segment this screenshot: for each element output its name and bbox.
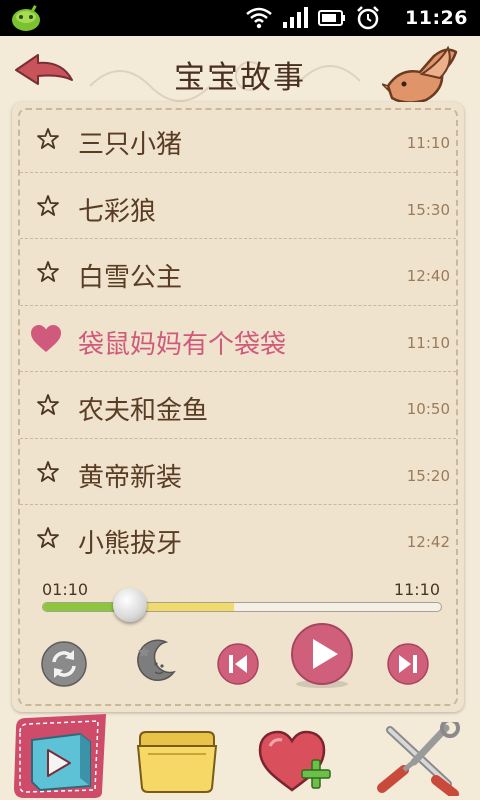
status-bar: 11:26 (0, 0, 480, 36)
next-icon[interactable] (386, 642, 430, 686)
repeat-icon[interactable] (40, 640, 88, 688)
star-outline-icon[interactable] (36, 393, 60, 417)
progress-bar[interactable] (42, 602, 442, 612)
battery-icon (318, 10, 345, 26)
story-title: 小熊拔牙 (78, 529, 183, 559)
story-title: 三只小猪 (78, 130, 183, 160)
app-screen: 宝宝故事 三只小猪 11:10 七彩狼 15:30 白雪公主 12:40 袋鼠妈… (0, 36, 480, 800)
star-outline-icon[interactable] (36, 194, 60, 218)
tools-icon[interactable] (374, 722, 466, 796)
alarm-icon (357, 6, 379, 30)
wifi-icon (246, 7, 272, 29)
folder-icon[interactable] (134, 728, 220, 794)
current-time: 01:10 (42, 580, 89, 599)
heart-plus-icon[interactable] (256, 728, 340, 794)
previous-icon[interactable] (216, 642, 260, 686)
seek-knob[interactable] (113, 588, 147, 622)
story-panel: 三只小猪 11:10 七彩狼 15:30 白雪公主 12:40 袋鼠妈妈有个袋袋… (12, 102, 464, 712)
story-list: 三只小猪 11:10 七彩狼 15:30 白雪公主 12:40 袋鼠妈妈有个袋袋… (20, 106, 456, 571)
story-duration: 12:40 (406, 267, 450, 285)
list-item[interactable]: 小熊拔牙 12:42 (20, 505, 456, 571)
heart-icon[interactable] (30, 324, 62, 353)
star-outline-icon[interactable] (36, 260, 60, 284)
list-item-active[interactable]: 袋鼠妈妈有个袋袋 11:10 (20, 306, 456, 372)
story-title: 七彩狼 (78, 196, 157, 227)
story-duration: 12:42 (406, 533, 450, 551)
list-item[interactable]: 黄帝新装 15:20 (20, 439, 456, 505)
story-duration: 11:10 (406, 333, 450, 352)
bottom-tab-bar (0, 712, 480, 800)
moon-icon[interactable] (128, 636, 180, 688)
star-outline-icon[interactable] (36, 127, 60, 151)
story-title: 农夫和金鱼 (78, 396, 209, 426)
story-title: 白雪公主 (78, 263, 183, 293)
clock: 11:26 (405, 7, 468, 29)
play-box-icon[interactable] (10, 712, 112, 800)
android-icon (12, 5, 40, 31)
list-item[interactable]: 三只小猪 11:10 (20, 106, 456, 173)
story-duration: 15:20 (406, 466, 450, 485)
star-outline-icon[interactable] (36, 460, 60, 484)
story-duration: 15:30 (406, 200, 450, 219)
story-title: 袋鼠妈妈有个袋袋 (78, 329, 287, 360)
story-duration: 11:10 (406, 134, 450, 152)
star-outline-icon[interactable] (36, 526, 60, 550)
play-icon[interactable] (288, 622, 356, 690)
total-time: 11:10 (393, 580, 440, 599)
list-item[interactable]: 白雪公主 12:40 (20, 239, 456, 306)
list-item[interactable]: 农夫和金鱼 10:50 (20, 372, 456, 439)
story-duration: 10:50 (406, 400, 450, 418)
signal-icon (283, 7, 308, 28)
story-title: 黄帝新装 (78, 462, 183, 493)
list-item[interactable]: 七彩狼 15:30 (20, 173, 456, 239)
header: 宝宝故事 (0, 36, 480, 106)
